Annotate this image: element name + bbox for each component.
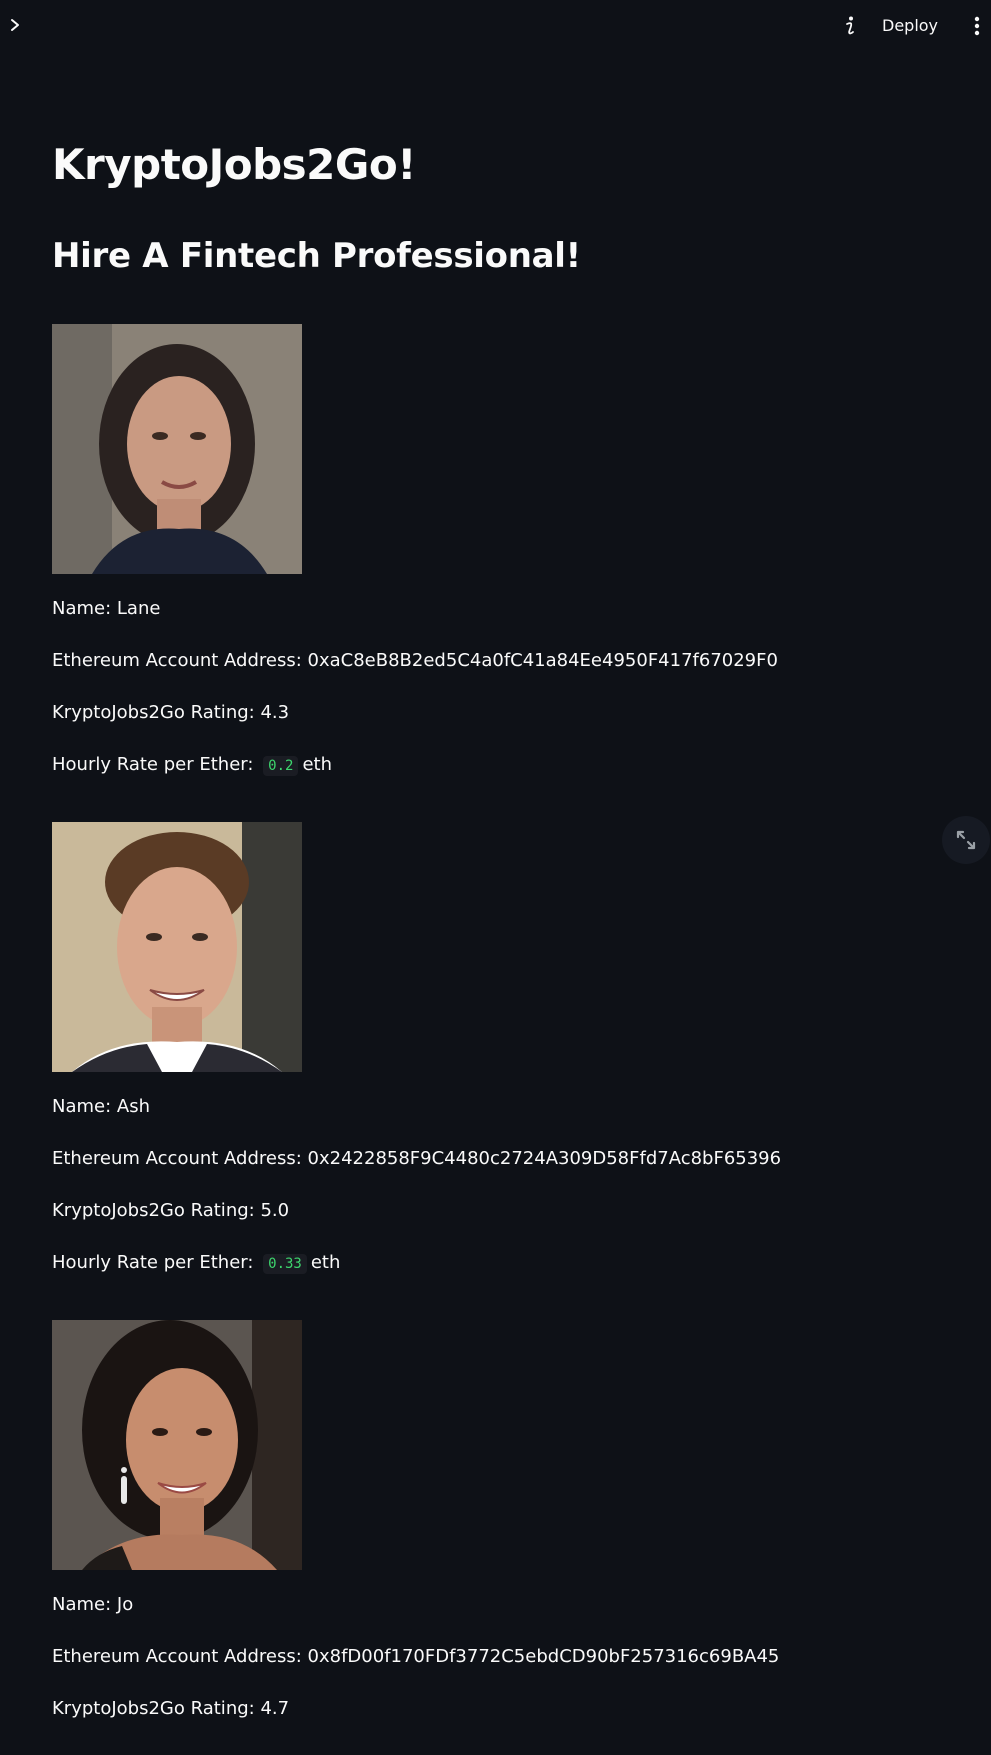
page-subtitle: Hire A Fintech Professional! [52,236,581,276]
candidate-address: Ethereum Account Address: 0x2422858F9C44… [52,1148,782,1169]
candidate-rating: KryptoJobs2Go Rating: 5.0 [52,1200,290,1221]
candidate-rating: KryptoJobs2Go Rating: 4.3 [52,702,290,723]
page-title: KryptoJobs2Go! [52,140,416,189]
candidate-address: Ethereum Account Address: 0xaC8eB8B2ed5C… [52,650,778,671]
deploy-button[interactable]: Deploy [882,12,938,40]
candidate-photo [52,822,302,1072]
candidate-name: Name: Lane [52,598,161,619]
app-root: Deploy KryptoJobs2Go! Hire A Fintech Pro… [0,0,991,1755]
info-icon[interactable] [838,13,862,39]
candidate-rate: Hourly Rate per Ether: 0.2 eth [52,754,332,776]
candidate-rate: Hourly Rate per Ether: 0.33 eth [52,1252,341,1274]
expand-icon[interactable] [942,816,990,864]
rate-value: 0.33 [263,1254,307,1274]
candidate-rating: KryptoJobs2Go Rating: 4.7 [52,1698,290,1719]
candidate-photo [52,1320,302,1570]
candidate-photo [52,324,302,574]
top-header: Deploy [0,0,991,52]
rate-value: 0.2 [263,756,299,776]
candidate-name: Name: Jo [52,1594,134,1615]
chevron-right-icon[interactable] [4,14,26,36]
candidate-address: Ethereum Account Address: 0x8fD00f170FDf… [52,1646,780,1667]
more-vertical-icon[interactable] [966,13,988,39]
candidate-name: Name: Ash [52,1096,150,1117]
